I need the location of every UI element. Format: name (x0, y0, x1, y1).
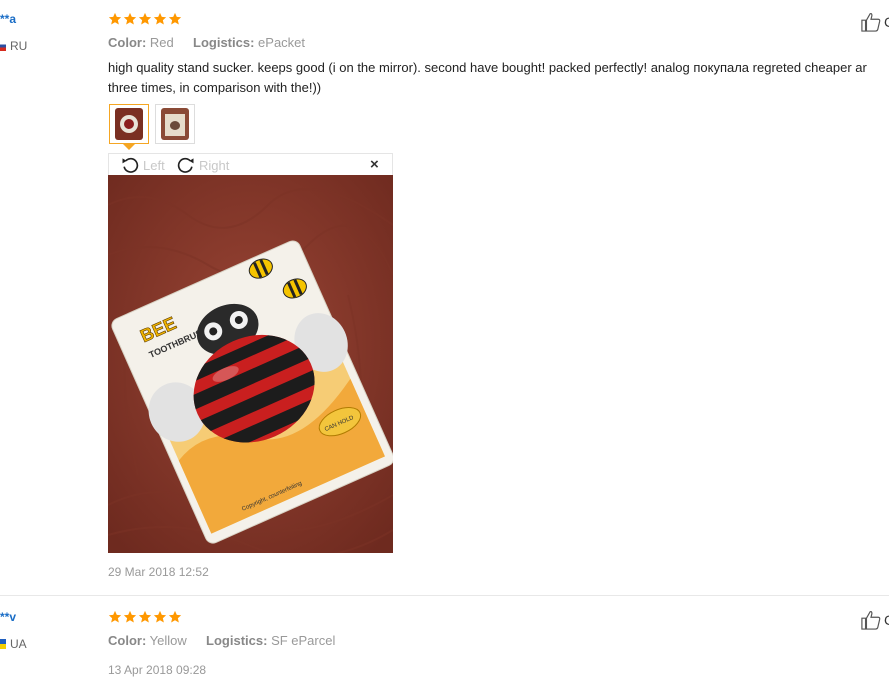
rotate-right-label: Right (199, 157, 230, 173)
photo-viewer-toolbar: Left Right × (108, 153, 393, 175)
reviewer-country: UA (0, 637, 27, 651)
rotate-left-button[interactable]: Left (119, 155, 165, 175)
logistics-label: Logistics: (206, 633, 268, 648)
country-code: RU (10, 39, 28, 53)
color-label: Color: (108, 633, 147, 648)
helpful-button[interactable]: C (860, 12, 889, 32)
star-icon (168, 610, 182, 623)
star-rating (108, 610, 182, 624)
review-divider (0, 595, 889, 596)
star-icon (138, 12, 152, 25)
review-date: 13 Apr 2018 09:28 (108, 663, 207, 677)
logistics-label: Logistics: (193, 35, 255, 50)
star-icon (123, 12, 137, 25)
thumb-pointer (123, 144, 135, 150)
reviewer-name[interactable]: **a (0, 12, 16, 26)
logistics-value: ePacket (258, 35, 306, 50)
star-icon (153, 12, 167, 25)
logistics-value: SF eParcel (271, 633, 336, 648)
helpful-count: C (884, 14, 889, 30)
order-attributes: Color: Red Logistics: ePacket (108, 35, 305, 50)
review-photo-large: BEE TOOTHBRUSH HOLDER (108, 175, 393, 553)
flag-icon (0, 41, 6, 51)
helpful-count: C (884, 612, 889, 628)
star-icon (168, 12, 182, 25)
rotate-right-button[interactable]: Right (175, 155, 229, 175)
review-text-line: high quality stand sucker. keeps good (i… (108, 60, 867, 75)
thumbs-up-icon (861, 611, 881, 630)
reviewer-name[interactable]: **v (0, 610, 16, 624)
rotate-left-label: Left (143, 157, 165, 173)
review-text-line: three times, in comparison with the!)) (108, 80, 322, 95)
color-label: Color: (108, 35, 147, 50)
rotate-right-icon (177, 157, 194, 173)
star-icon (108, 12, 122, 25)
flag-icon (0, 639, 6, 649)
star-icon (153, 610, 167, 623)
close-icon[interactable]: × (370, 156, 379, 173)
helpful-button[interactable]: C (860, 610, 889, 630)
rotate-left-icon (122, 157, 139, 173)
star-icon (108, 610, 122, 623)
review-photo-thumb[interactable] (155, 104, 195, 144)
review-date: 29 Mar 2018 12:52 (108, 565, 209, 579)
order-attributes: Color: Yellow Logistics: SF eParcel (108, 633, 335, 648)
reviewer-country: RU (0, 39, 27, 53)
review-photo-thumb[interactable] (109, 104, 149, 144)
star-icon (138, 610, 152, 623)
color-value: Yellow (149, 633, 187, 648)
country-code: UA (10, 637, 27, 651)
review-text: high quality stand sucker. keeps good (i… (108, 58, 889, 98)
product-photo: BEE TOOTHBRUSH HOLDER (108, 175, 393, 553)
color-value: Red (149, 35, 174, 50)
star-rating (108, 12, 182, 26)
star-icon (123, 610, 137, 623)
thumbs-up-icon (861, 13, 881, 32)
